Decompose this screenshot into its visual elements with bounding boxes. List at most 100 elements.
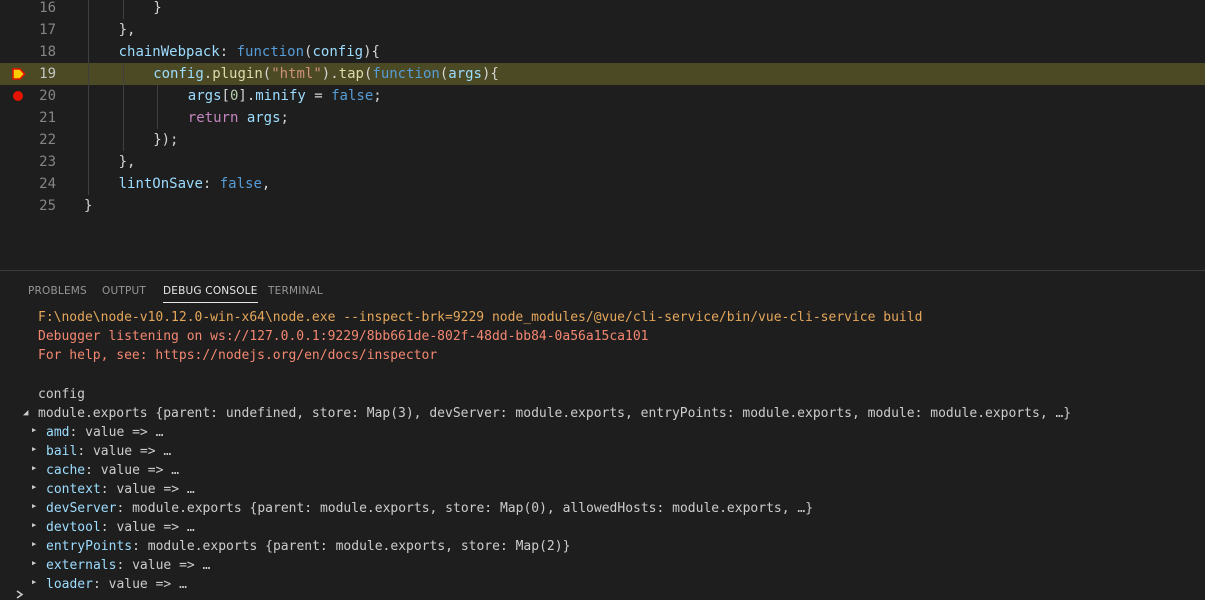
expand-right-icon[interactable]: ▶ <box>32 578 36 586</box>
code-token: ; <box>373 88 382 104</box>
property-separator: : <box>85 463 101 478</box>
indent-guide <box>88 19 89 41</box>
indent-guide <box>122 85 124 107</box>
property-value: value => … <box>116 520 195 535</box>
object-property-row[interactable]: context: value => … <box>46 480 195 499</box>
object-property-row[interactable]: devtool: value => … <box>46 518 195 537</box>
expand-right-icon[interactable]: ▶ <box>32 540 36 548</box>
code-line[interactable]: 19 config.plugin("html").tap(function(arg… <box>0 63 1205 85</box>
property-value: module.exports {parent: module.exports, … <box>147 539 571 554</box>
object-property-row[interactable]: externals: value => … <box>46 556 210 575</box>
property-value: value => … <box>132 558 211 573</box>
code-token: false <box>331 88 374 104</box>
code-line[interactable]: 16} <box>0 0 1205 19</box>
property-key: loader <box>46 577 93 592</box>
expand-right-icon[interactable]: ▶ <box>32 483 36 491</box>
property-key: cache <box>46 463 86 478</box>
code-token: . <box>203 66 213 82</box>
code-token: : <box>202 176 220 192</box>
expand-right-icon[interactable]: ▶ <box>32 464 36 472</box>
indent-guide <box>88 129 89 151</box>
code-line[interactable]: 24 lintOnSave: false, <box>0 173 1205 195</box>
code-token: args <box>187 88 222 104</box>
code-token: minify <box>255 88 306 104</box>
expand-right-icon[interactable]: ▶ <box>32 426 36 434</box>
tab-problems[interactable]: PROBLEMS <box>28 285 87 297</box>
code-line[interactable]: 17}, <box>0 19 1205 41</box>
property-separator: : <box>92 577 109 592</box>
property-key: devServer <box>46 501 117 516</box>
console-command-line: F:\node\node-v10.12.0-win-x64\node.exe -… <box>38 310 923 325</box>
code-token: ( <box>439 66 449 82</box>
expand-down-icon[interactable]: ◢ <box>23 408 28 418</box>
object-property-row[interactable]: cache: value => … <box>46 461 179 480</box>
code-line[interactable]: 25} <box>0 195 1205 217</box>
property-separator: : <box>116 501 133 516</box>
indent-guide <box>88 107 89 129</box>
object-property-row[interactable]: entryPoints: module.exports {parent: mod… <box>46 537 570 556</box>
code-text: }, <box>119 19 136 41</box>
code-editor[interactable]: 16} 17}, 18 chainWebpack: function ( config ){… <box>0 0 1205 270</box>
object-property-row[interactable]: loader: value => … <box>46 575 187 594</box>
code-token: return <box>187 110 239 126</box>
expand-right-icon[interactable]: ▶ <box>32 445 36 453</box>
code-token: tap <box>338 66 364 82</box>
code-token: function <box>236 44 305 60</box>
code-line[interactable]: 21 return args; <box>0 107 1205 129</box>
code-token: config <box>312 44 364 60</box>
console-prompt-icon <box>16 590 24 599</box>
property-value: value => … <box>100 463 180 478</box>
object-property-row[interactable]: bail: value => … <box>46 442 171 461</box>
property-separator: : <box>132 539 148 554</box>
property-key: devtool <box>46 520 101 535</box>
code-text: }, <box>119 151 136 173</box>
code-token: = <box>305 88 332 104</box>
indent-guide <box>88 41 89 63</box>
code-line[interactable]: 20 args[0].minify = false; <box>0 85 1205 107</box>
expand-right-icon[interactable]: ▶ <box>32 502 36 510</box>
indent-guide <box>122 0 124 19</box>
property-key: amd <box>46 425 70 440</box>
indent-guide <box>88 0 89 19</box>
tab-terminal[interactable]: TERMINAL <box>268 285 323 297</box>
code-line[interactable]: 18 chainWebpack: function(config){ <box>0 41 1205 63</box>
console-root-object[interactable]: module.exports {parent: undefined, store… <box>38 404 1071 423</box>
code-token: args <box>448 66 482 82</box>
object-property-row[interactable]: amd: value => … <box>46 423 163 442</box>
line-number: 24 <box>39 176 56 192</box>
code-token: ; <box>280 110 289 126</box>
property-value: value => … <box>85 425 164 440</box>
expand-right-icon[interactable]: ▶ <box>32 521 36 529</box>
property-value: value => … <box>92 444 172 459</box>
line-number: 20 <box>39 88 56 104</box>
tab-debug-console[interactable]: DEBUG CONSOLE <box>163 285 258 303</box>
property-value: value => … <box>116 482 195 497</box>
property-separator: : <box>77 444 93 459</box>
current-breakpoint-arrow-icon[interactable] <box>12 68 26 80</box>
code-line[interactable]: 23}, <box>0 151 1205 173</box>
indent-guide <box>157 107 159 129</box>
code-token: ){ <box>481 66 499 82</box>
property-value: value => … <box>108 577 187 592</box>
code-line[interactable]: 22}); <box>0 129 1205 151</box>
tab-output[interactable]: OUTPUT <box>102 285 146 297</box>
code-token: ). <box>321 66 339 82</box>
expand-right-icon[interactable]: ▶ <box>32 559 36 567</box>
property-separator: : <box>116 558 133 573</box>
property-key: context <box>46 482 101 497</box>
code-text: lintOnSave: false, <box>119 173 271 195</box>
indent-guide <box>88 63 89 85</box>
code-token: chainWebpack <box>118 44 220 60</box>
line-number: 18 <box>39 44 56 60</box>
breakpoint-icon[interactable] <box>13 91 23 101</box>
object-property-row[interactable]: devServer: module.exports {parent: modul… <box>46 499 813 518</box>
code-token: }); <box>153 132 179 148</box>
property-separator: : <box>100 520 117 535</box>
code-token: } <box>84 198 93 214</box>
code-token: ( <box>262 66 272 82</box>
active-tab-indicator <box>163 302 258 303</box>
code-text: config.plugin("html").tap(function(args)… <box>153 63 499 85</box>
line-number: 25 <box>39 198 56 214</box>
line-number: 22 <box>39 132 56 148</box>
